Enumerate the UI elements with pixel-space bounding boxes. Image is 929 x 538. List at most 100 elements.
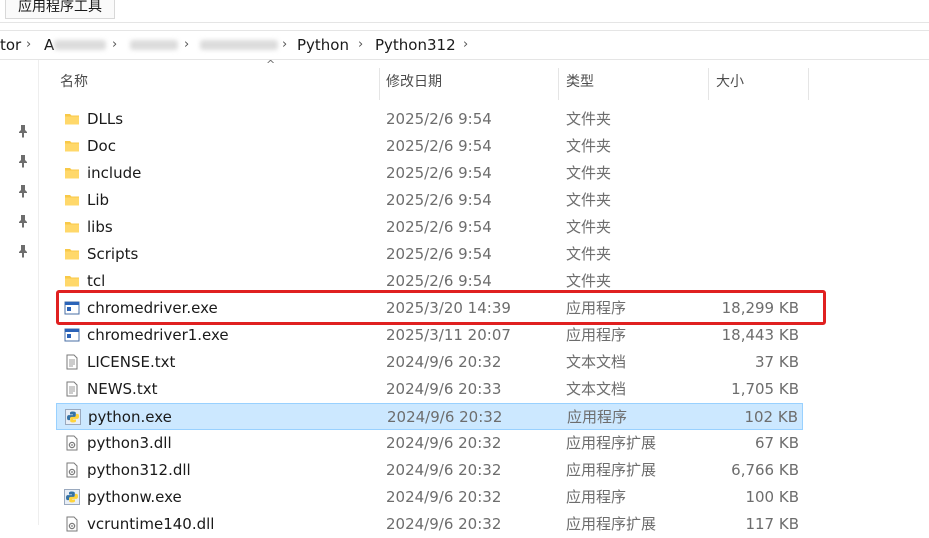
file-type: 文本文档 [566, 380, 627, 398]
chevron-right-icon: › [26, 37, 32, 52]
pin-icon[interactable] [16, 244, 30, 258]
file-size: 100 KB [745, 488, 799, 506]
file-name: chromedriver1.exe [87, 326, 229, 344]
file-row[interactable]: LICENSE.txt 2024/9/6 20:32 文本文档 37 KB [56, 349, 803, 376]
pin-icon[interactable] [16, 214, 30, 228]
file-row[interactable]: python.exe 2024/9/6 20:32 应用程序 102 KB [56, 403, 803, 430]
file-size: 37 KB [755, 353, 799, 371]
file-row[interactable]: chromedriver.exe 2025/3/20 14:39 应用程序 18,29… [56, 295, 803, 322]
column-header-date[interactable]: 修改日期 [386, 64, 442, 100]
file-date-modified: 2025/2/6 9:54 [386, 110, 492, 128]
file-name: tcl [87, 272, 106, 290]
folder-icon [64, 273, 80, 289]
file-size: 18,299 KB [721, 299, 799, 317]
ribbon-bar: 应用程序工具 [0, 0, 929, 23]
file-type: 应用程序扩展 [566, 434, 657, 452]
file-date-modified: 2024/9/6 20:33 [386, 380, 502, 398]
file-date-modified: 2024/9/6 20:32 [386, 488, 502, 506]
file-name: python.exe [88, 408, 172, 426]
file-date-modified: 2024/9/6 20:32 [386, 434, 502, 452]
breadcrumb-item-partial[interactable]: tor [0, 31, 21, 59]
file-row[interactable]: tcl 2025/2/6 9:54 文件夹 [56, 268, 803, 295]
file-name: python312.dll [87, 461, 191, 479]
file-row[interactable]: pythonw.exe 2024/9/6 20:32 应用程序 100 KB [56, 484, 803, 511]
folder-icon [64, 165, 80, 181]
file-name: DLLs [87, 110, 124, 128]
folder-icon [64, 219, 80, 235]
file-row[interactable]: Scripts 2025/2/6 9:54 文件夹 [56, 241, 803, 268]
chevron-right-icon: › [184, 37, 190, 52]
file-date-modified: 2025/2/6 9:54 [386, 191, 492, 209]
file-name: python3.dll [87, 434, 172, 452]
redacted-crumb [130, 40, 178, 50]
text-file-icon [64, 381, 80, 397]
file-row[interactable]: Doc 2025/2/6 9:54 文件夹 [56, 133, 803, 160]
python-icon [64, 489, 80, 505]
file-name: include [87, 164, 142, 182]
file-date-modified: 2025/3/20 14:39 [386, 299, 511, 317]
file-name: NEWS.txt [87, 380, 158, 398]
file-date-modified: 2025/2/6 9:54 [386, 164, 492, 182]
text-file-icon [64, 354, 80, 370]
file-type: 文件夹 [566, 137, 612, 155]
file-type: 应用程序 [567, 408, 628, 426]
file-size: 18,443 KB [721, 326, 799, 344]
file-type: 应用程序扩展 [566, 461, 657, 479]
pin-icon[interactable] [16, 124, 30, 138]
file-name: LICENSE.txt [87, 353, 176, 371]
file-date-modified: 2025/2/6 9:54 [386, 272, 492, 290]
file-type: 文件夹 [566, 218, 612, 236]
app-window-icon [64, 327, 80, 343]
column-header-size[interactable]: 大小 [716, 64, 744, 100]
file-date-modified: 2025/2/6 9:54 [386, 245, 492, 263]
column-header-type[interactable]: 类型 [566, 64, 594, 100]
file-row[interactable]: DLLs 2025/2/6 9:54 文件夹 [56, 106, 803, 133]
breadcrumb-item-python[interactable]: Python [297, 31, 349, 59]
file-row[interactable]: Lib 2025/2/6 9:54 文件夹 [56, 187, 803, 214]
file-type: 文件夹 [566, 272, 612, 290]
breadcrumb-item-python312[interactable]: Python312 [375, 31, 456, 59]
pin-icon[interactable] [16, 154, 30, 168]
file-type: 应用程序 [566, 488, 627, 506]
file-row[interactable]: libs 2025/2/6 9:54 文件夹 [56, 214, 803, 241]
folder-icon [64, 246, 80, 262]
breadcrumb[interactable]: tor › A › › › Python › Python312 › [0, 30, 929, 60]
column-divider[interactable] [708, 68, 709, 100]
file-date-modified: 2025/2/6 9:54 [386, 137, 492, 155]
folder-icon [64, 138, 80, 154]
file-type: 文件夹 [566, 245, 612, 263]
python-icon [65, 409, 81, 425]
file-row[interactable]: NEWS.txt 2024/9/6 20:33 文本文档 1,705 KB [56, 376, 803, 403]
breadcrumb-item-obscured[interactable]: A [44, 31, 54, 59]
redacted-crumb [200, 40, 278, 50]
chevron-right-icon: › [112, 37, 118, 52]
file-date-modified: 2024/9/6 20:32 [386, 461, 502, 479]
column-divider[interactable] [808, 68, 809, 100]
file-row[interactable]: python312.dll 2024/9/6 20:32 应用程序扩展 6,766 K… [56, 457, 803, 484]
file-row[interactable]: chromedriver1.exe 2025/3/11 20:07 应用程序 18,4… [56, 322, 803, 349]
file-row[interactable]: python3.dll 2024/9/6 20:32 应用程序扩展 67 KB [56, 430, 803, 457]
column-header-row: ^ 名称 修改日期 类型 大小 [56, 58, 816, 100]
file-name: Scripts [87, 245, 139, 263]
dll-file-icon [64, 435, 80, 451]
file-size: 1,705 KB [731, 380, 799, 398]
file-type: 文件夹 [566, 191, 612, 209]
file-date-modified: 2024/9/6 20:32 [386, 353, 502, 371]
column-divider[interactable] [379, 68, 380, 100]
file-name: Lib [87, 191, 110, 209]
file-name: Doc [87, 137, 116, 155]
file-row[interactable]: include 2025/2/6 9:54 文件夹 [56, 160, 803, 187]
file-date-modified: 2025/3/11 20:07 [386, 326, 511, 344]
chevron-right-icon: › [282, 37, 288, 52]
chevron-right-icon: › [358, 37, 364, 52]
column-header-name[interactable]: 名称 [60, 64, 88, 100]
file-type: 文件夹 [566, 110, 612, 128]
ribbon-tab-app-tools[interactable]: 应用程序工具 [5, 0, 115, 19]
file-name: libs [87, 218, 113, 236]
file-type: 应用程序 [566, 326, 627, 344]
file-name: chromedriver.exe [87, 299, 218, 317]
chevron-right-icon[interactable]: › [463, 31, 468, 59]
column-divider[interactable] [558, 68, 559, 100]
redacted-crumb [54, 40, 106, 50]
pin-icon[interactable] [16, 184, 30, 198]
